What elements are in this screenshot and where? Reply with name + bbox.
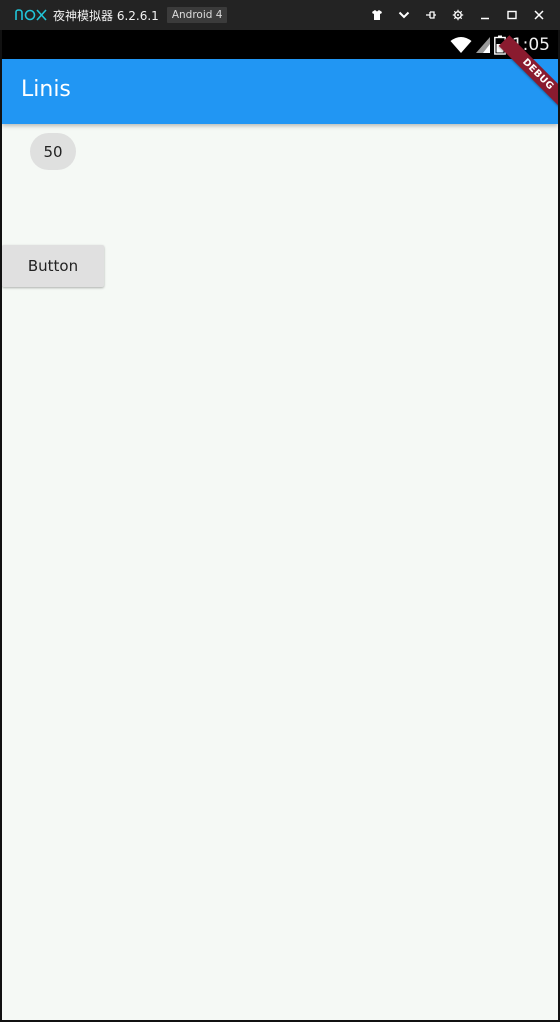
app-title: Linis [21, 77, 71, 102]
maximize-icon[interactable] [498, 0, 525, 30]
button-label: Button [27, 257, 79, 275]
device-screen: 1:05 Linis DEBUG 50 Button [0, 30, 560, 1022]
main-button[interactable]: Button [2, 245, 104, 287]
emulator-title: 夜神模拟器 6.2.6.1 [53, 8, 159, 23]
value-chip: 50 [30, 133, 76, 170]
pin-icon[interactable] [417, 0, 444, 30]
app-bar: Linis DEBUG [2, 35, 558, 124]
wifi-icon [450, 36, 472, 54]
signal-icon [475, 36, 491, 54]
emulator-controls [363, 0, 552, 30]
chip-label: 50 [43, 142, 63, 161]
close-icon[interactable] [525, 0, 552, 30]
chevron-down-icon[interactable] [390, 0, 417, 30]
nox-logo [15, 9, 47, 21]
emulator-title-bar: 夜神模拟器 6.2.6.1 Android 4 [0, 0, 560, 30]
shirt-icon[interactable] [363, 0, 390, 30]
minimize-icon[interactable] [471, 0, 498, 30]
status-bar: 1:05 [2, 30, 558, 59]
gear-icon[interactable] [444, 0, 471, 30]
android-version-badge: Android 4 [166, 7, 228, 23]
